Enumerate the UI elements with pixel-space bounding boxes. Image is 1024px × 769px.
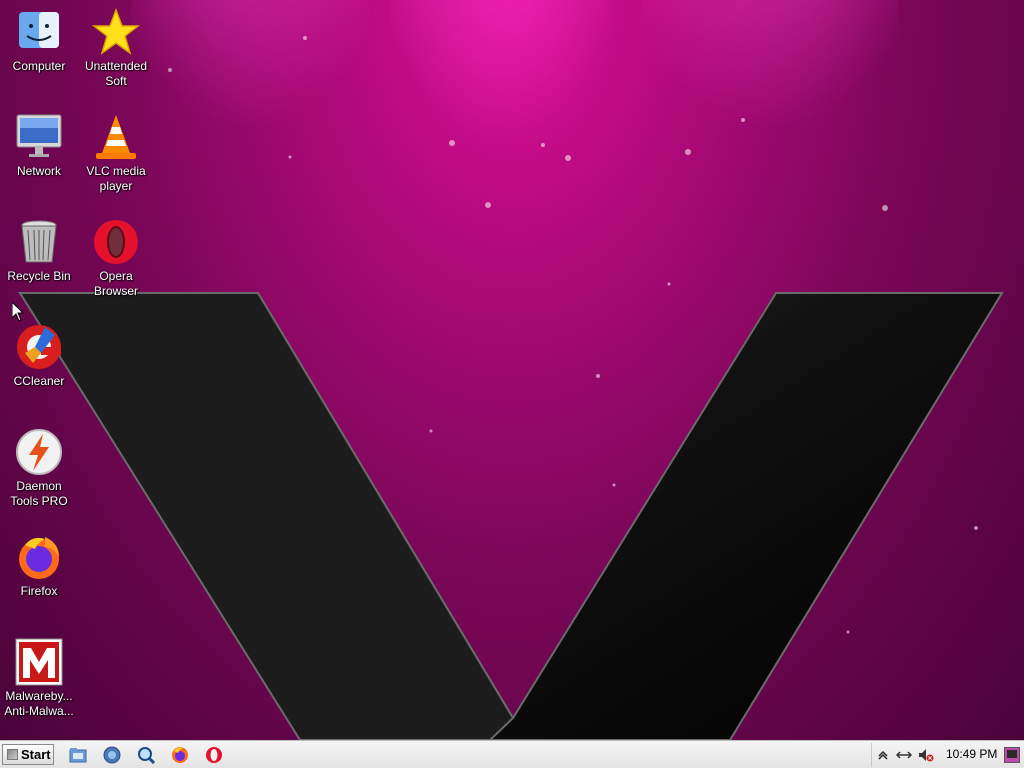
desktop-icon-malwarebytes[interactable]: Malwareby... Anti-Malwa...	[1, 638, 77, 719]
network-icon[interactable]	[895, 748, 913, 762]
wallpaper-image	[17, 0, 1004, 740]
desktop-icon-label: Malwareby... Anti-Malwa...	[4, 689, 74, 718]
desktop[interactable]: Computer Unattended Soft Network VLC med…	[0, 0, 1024, 740]
clock[interactable]: 10:49 PM	[946, 747, 997, 761]
recycle-bin-icon	[15, 218, 63, 266]
malwarebytes-icon	[15, 638, 63, 686]
finder-computer-icon	[15, 8, 63, 56]
desktop-icon-computer[interactable]: Computer	[1, 8, 77, 74]
start-button[interactable]: Start	[2, 744, 54, 765]
search-icon[interactable]	[137, 746, 156, 765]
windows-logo-icon	[7, 749, 18, 760]
desktop-icon-opera[interactable]: Opera Browser	[78, 218, 154, 299]
desktop-icon-label: Recycle Bin	[7, 269, 71, 283]
explorer-folder-icon[interactable]	[69, 746, 87, 764]
opera-icon	[92, 218, 140, 266]
desktop-icon-label: CCleaner	[13, 374, 65, 388]
desktop-icon-network[interactable]: Network	[1, 113, 77, 179]
system-tray: 10:49 PM	[871, 743, 1024, 767]
desktop-icon-label: VLC media player	[86, 164, 146, 193]
taskbar: Start 10:49 PM	[0, 740, 1024, 768]
desktop-icon-label: Opera Browser	[93, 269, 138, 298]
volume-muted-icon[interactable]	[918, 748, 934, 762]
star-icon	[91, 7, 141, 56]
desktop-icon-label: Firefox	[20, 584, 58, 598]
start-button-label: Start	[21, 747, 51, 762]
desktop-icon-label: Network	[16, 164, 61, 178]
media-player-icon[interactable]	[103, 746, 121, 764]
desktop-icon-label: Computer	[12, 59, 66, 73]
desktop-icon-unattended-soft[interactable]: Unattended Soft	[78, 7, 154, 89]
chevron-up-icon[interactable]	[876, 748, 890, 762]
desktop-icon-label: Daemon Tools PRO	[10, 479, 68, 508]
firefox-icon	[15, 533, 63, 581]
desktop-icon-firefox[interactable]: Firefox	[1, 533, 77, 599]
desktop-icon-vlc[interactable]: VLC media player	[78, 113, 154, 194]
opera-icon[interactable]	[205, 746, 223, 764]
daemon-tools-icon	[15, 428, 63, 476]
desktop-icon-recycle-bin[interactable]: Recycle Bin	[1, 218, 77, 284]
ccleaner-icon	[15, 323, 63, 371]
desktop-icon-ccleaner[interactable]: CCleaner	[1, 323, 77, 389]
monitor-network-icon	[15, 113, 63, 161]
desktop-icon-label: Unattended Soft	[84, 59, 148, 88]
desktop-icon[interactable]	[1004, 747, 1020, 763]
firefox-icon[interactable]	[171, 746, 189, 764]
mouse-cursor-icon	[12, 302, 24, 322]
desktop-icon-daemon-tools[interactable]: Daemon Tools PRO	[1, 428, 77, 509]
vlc-cone-icon	[92, 113, 140, 161]
